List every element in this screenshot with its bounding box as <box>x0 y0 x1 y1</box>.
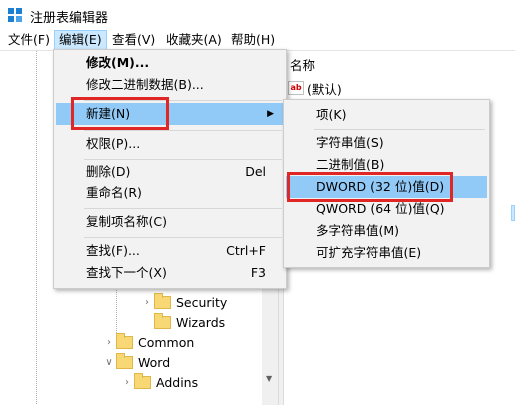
menu-item-label: QWORD (64 位)值(Q) <box>316 201 445 216</box>
shortcut-label: Ctrl+F <box>226 243 266 258</box>
menu-item-label: 可扩充字符串值(E) <box>316 245 422 260</box>
scroll-down-icon[interactable]: ▼ <box>266 374 272 383</box>
tree-item-label: Word <box>138 354 171 370</box>
folder-icon <box>116 332 133 349</box>
tree-item-label: Addins <box>156 374 199 390</box>
menu-item-label: 查找(F)... <box>86 243 140 258</box>
menu-file[interactable]: 文件(F) <box>4 30 54 50</box>
menu-item-modify[interactable]: 修改(M)... <box>56 52 284 74</box>
menu-separator <box>314 129 485 130</box>
tree-item-security[interactable]: › Security <box>140 292 227 312</box>
menu-item-label: 删除(D) <box>86 164 131 179</box>
menu-item-modify-binary[interactable]: 修改二进制数据(B)... <box>56 74 284 96</box>
menu-separator <box>84 208 282 209</box>
value-name: (默认) <box>307 81 342 97</box>
chevron-right-icon[interactable]: › <box>120 377 134 388</box>
menu-item-find-next[interactable]: 查找下一个(X) F3 <box>56 262 284 284</box>
value-row-default[interactable]: ab (默认) <box>288 79 342 97</box>
annotation-highlight-dword <box>287 172 453 202</box>
tree-item-word[interactable]: ∨ Word <box>102 352 170 372</box>
folder-icon <box>134 372 151 389</box>
window-title: 注册表编辑器 <box>30 11 109 26</box>
shortcut-label: F3 <box>250 265 266 280</box>
shortcut-label: Del <box>245 164 266 179</box>
menu-bar: 文件(F) 编辑(E) 查看(V) 收藏夹(A) 帮助(H) <box>0 30 515 50</box>
menu-item-rename[interactable]: 重命名(R) <box>56 182 284 204</box>
menu-item-label: 字符串值(S) <box>316 135 384 150</box>
menu-help[interactable]: 帮助(H) <box>227 30 279 50</box>
tree-item-label: Security <box>176 294 228 310</box>
menu-item-string-value[interactable]: 字符串值(S) <box>286 132 487 154</box>
menu-item-permissions[interactable]: 权限(P)... <box>56 133 284 155</box>
selected-row-edge <box>511 205 515 221</box>
menu-item-label: 修改(M)... <box>86 55 150 70</box>
menu-item-new-key[interactable]: 项(K) <box>286 104 487 126</box>
menu-separator <box>84 130 282 131</box>
submenu-arrow-icon: ▶ <box>267 109 274 119</box>
menu-separator <box>84 159 282 160</box>
menu-item-multi-string-value[interactable]: 多字符串值(M) <box>286 220 487 242</box>
menu-favorites[interactable]: 收藏夹(A) <box>162 30 226 50</box>
chevron-right-icon[interactable]: › <box>102 337 116 348</box>
menu-item-label: 权限(P)... <box>86 136 141 151</box>
tree-item-label: Common <box>138 334 195 350</box>
column-header-name[interactable]: 名称 <box>290 55 315 74</box>
tree-item-label: Wizards <box>176 314 226 330</box>
menu-item-label: 复制项名称(C) <box>86 214 167 229</box>
menu-item-label: 多字符串值(M) <box>316 223 400 238</box>
chevron-right-icon[interactable]: › <box>140 297 154 308</box>
menu-item-label: 二进制值(B) <box>316 157 385 172</box>
chevron-down-icon[interactable]: ∨ <box>102 357 116 368</box>
menu-item-expandable-string-value[interactable]: 可扩充字符串值(E) <box>286 242 487 264</box>
tree-item-addins[interactable]: › Addins <box>120 372 198 392</box>
registry-editor-icon <box>8 8 22 22</box>
folder-icon <box>116 352 133 369</box>
menu-item-label: 项(K) <box>316 107 347 122</box>
annotation-highlight-new <box>71 97 169 130</box>
edit-menu: 修改(M)... 修改二进制数据(B)... 新建(N) ▶ 权限(P)... … <box>53 49 287 289</box>
menu-item-label: 重命名(R) <box>86 185 142 200</box>
folder-icon <box>154 292 171 309</box>
string-value-icon: ab <box>288 81 304 95</box>
menu-view[interactable]: 查看(V) <box>108 30 159 50</box>
menu-edit[interactable]: 编辑(E) <box>54 30 107 50</box>
title-bar: 注册表编辑器 <box>0 0 515 30</box>
folder-icon <box>154 312 171 329</box>
menu-item-delete[interactable]: 删除(D) Del <box>56 161 284 183</box>
tree-item-common[interactable]: › Common <box>102 332 194 352</box>
menu-item-find[interactable]: 查找(F)... Ctrl+F <box>56 240 284 262</box>
tree-item-wizards[interactable]: Wizards <box>154 312 225 332</box>
tree-guide-line <box>36 51 37 405</box>
menu-item-label: 查找下一个(X) <box>86 265 167 280</box>
menu-item-copy-key-name[interactable]: 复制项名称(C) <box>56 211 284 233</box>
menu-separator <box>84 237 282 238</box>
menu-item-label: 修改二进制数据(B)... <box>86 77 204 92</box>
